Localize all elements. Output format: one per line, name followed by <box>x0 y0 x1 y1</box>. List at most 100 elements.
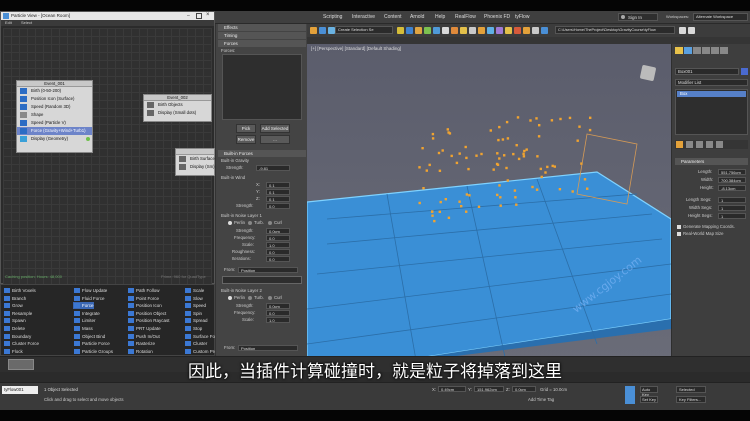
event-002-node[interactable]: Event_002 Birth Objects Display (Small d… <box>143 94 212 122</box>
operator-row[interactable]: Position Icon (Surface) <box>17 95 92 103</box>
menu-scripting[interactable]: Scripting <box>323 14 342 20</box>
depot-operator[interactable]: Stop <box>184 325 202 332</box>
perspective-viewport[interactable]: [+] [Perspective] [Standard] [Default Sh… <box>307 44 671 366</box>
depot-operator[interactable]: Cluster Force <box>3 340 39 347</box>
depot-operator[interactable]: Boundary <box>3 333 31 340</box>
n1-frequency-spinner[interactable]: 0.0 <box>266 235 290 241</box>
n2-scale-spinner[interactable]: 1.0 <box>266 317 290 323</box>
event-003-node[interactable]: Birth Surface Display (Sm) <box>175 148 215 176</box>
depot-operator[interactable]: Position Object <box>127 310 166 317</box>
pv-menu-select[interactable]: Select <box>21 20 32 25</box>
create-tab-icon[interactable] <box>675 47 683 54</box>
browse-icon[interactable] <box>679 27 686 34</box>
display-tab-icon[interactable] <box>711 47 719 54</box>
pin-stack-icon[interactable] <box>676 141 683 148</box>
tool2-icon[interactable] <box>496 27 503 34</box>
perlin-radio[interactable] <box>228 221 232 225</box>
particle-view-canvas[interactable]: Event_001 Birth (0-50-200) Position Icon… <box>3 28 215 284</box>
depot-operator[interactable]: Path Follow <box>127 287 160 294</box>
operator-row[interactable]: Shape <box>17 111 92 119</box>
depot-operator[interactable]: Branch <box>3 295 26 302</box>
more-button[interactable]: ... <box>260 135 290 144</box>
create-selection-set-dropdown[interactable]: Create Selection Se <box>335 26 393 34</box>
output-connector-icon[interactable] <box>86 137 90 141</box>
snap-icon[interactable] <box>397 27 404 34</box>
key-mode-icon[interactable] <box>625 386 635 404</box>
n1-strength-spinner[interactable]: 0.0cm <box>266 228 290 234</box>
n2-from-dropdown[interactable]: Position <box>238 345 298 351</box>
operator-row[interactable]: Speed (Particle V) <box>17 119 92 127</box>
menu-interactive[interactable]: Interactive <box>352 14 375 20</box>
maximize-icon[interactable] <box>196 13 202 19</box>
depot-operator[interactable]: Limiter <box>73 317 96 324</box>
depot-operator[interactable]: PRT Update <box>127 325 161 332</box>
tool5-icon[interactable] <box>523 27 530 34</box>
add-selected-button[interactable]: Add Selected <box>260 124 290 133</box>
depot-operator[interactable]: Grow <box>3 302 23 309</box>
remove-modifier-icon[interactable] <box>706 141 713 148</box>
minimize-icon[interactable]: – <box>187 13 193 19</box>
key-filters-button[interactable]: Key Filters... <box>676 396 706 403</box>
depot-operator[interactable]: Delete <box>3 325 25 332</box>
auto-key-button[interactable]: Auto Key <box>640 386 658 397</box>
viewport-label[interactable]: [+] [Perspective] [Standard] [Default Sh… <box>311 46 401 51</box>
menu-arnold[interactable]: Arnold <box>410 14 424 20</box>
depot-operator[interactable]: Rasterize <box>127 340 155 347</box>
turb-radio[interactable] <box>248 221 252 225</box>
depot-operator[interactable]: Spin <box>184 310 202 317</box>
depot-operator[interactable]: Resample <box>3 310 32 317</box>
utilities-tab-icon[interactable] <box>720 47 728 54</box>
menu-content[interactable]: Content <box>384 14 402 20</box>
modify-tab-icon[interactable] <box>684 47 692 54</box>
depot-operator[interactable]: Point Force <box>127 295 159 302</box>
remove-button[interactable]: Remove <box>236 135 256 144</box>
menu-phoenix[interactable]: Phoenix FD <box>484 14 510 20</box>
layer-icon[interactable] <box>424 27 431 34</box>
menu-help[interactable]: Help <box>435 14 445 20</box>
depot-operator[interactable]: Fluid Force <box>73 295 105 302</box>
tool7-icon[interactable] <box>541 27 548 34</box>
depot-operator[interactable]: Speed <box>184 302 206 309</box>
depot-operator[interactable]: Flock <box>3 348 23 355</box>
rollout-effects[interactable]: Effects <box>218 24 306 31</box>
wind-strength-spinner[interactable]: 0.0 <box>266 203 290 209</box>
object-color-swatch[interactable] <box>741 68 748 75</box>
depot-operator[interactable]: Mass <box>73 325 93 332</box>
length-spinner[interactable]: 551.756cm <box>718 169 746 175</box>
link-icon[interactable] <box>328 27 335 34</box>
n1-iterations-spinner[interactable]: 0.0 <box>266 256 290 262</box>
workspace-dropdown[interactable]: Alternate Workspace <box>693 13 748 21</box>
forces-list[interactable] <box>222 54 302 120</box>
depot-operator[interactable]: Integrate <box>73 310 100 317</box>
schematic-icon[interactable] <box>442 27 449 34</box>
real-world-checkbox[interactable] <box>677 232 681 236</box>
render-setup-icon[interactable] <box>460 27 467 34</box>
depot-operator[interactable]: Cluster <box>184 340 207 347</box>
menu-realflow[interactable]: RealFlow <box>455 14 476 20</box>
viewcube-icon[interactable] <box>639 64 657 82</box>
tool3-icon[interactable] <box>505 27 512 34</box>
wind-x-spinner[interactable]: 0.1 <box>266 182 290 188</box>
depot-operator[interactable]: Spawn <box>3 317 26 324</box>
depot-operator[interactable]: Position Raycast <box>127 317 170 324</box>
depot-operator[interactable]: Rotation <box>127 348 153 355</box>
undo-icon[interactable] <box>310 27 317 34</box>
gen-map-checkbox[interactable] <box>677 225 681 229</box>
n2-strength-spinner[interactable]: 0.0cm <box>266 303 290 309</box>
event-001-node[interactable]: Event_001 Birth (0-50-200) Position Icon… <box>16 80 93 153</box>
depot-operator[interactable]: Particle Groups <box>73 348 113 355</box>
depot-operator[interactable]: Particle Force <box>73 340 110 347</box>
hierarchy-tab-icon[interactable] <box>693 47 701 54</box>
height-spinner[interactable]: -8.13cm <box>718 185 746 191</box>
menu-tyflow[interactable]: tyFlow <box>515 14 529 20</box>
tool4-icon[interactable] <box>514 27 521 34</box>
depot-operator[interactable]: Flow Update <box>73 287 107 294</box>
width-spinner[interactable]: 700.384cm <box>718 177 746 183</box>
project-path-field[interactable]: C:\Users\Home\TheProject\Desktop\Gravity… <box>555 26 675 34</box>
maxscript-listener-field[interactable]: tyFlow001 <box>2 386 38 394</box>
wind-z-spinner[interactable]: 0.1 <box>266 196 290 202</box>
operator-row[interactable]: Birth (0-50-200) <box>17 87 92 95</box>
tool6-icon[interactable] <box>532 27 539 34</box>
operator-row[interactable]: Display (Small dots) <box>144 109 211 117</box>
depot-operator[interactable]: Object Bind <box>73 333 105 340</box>
